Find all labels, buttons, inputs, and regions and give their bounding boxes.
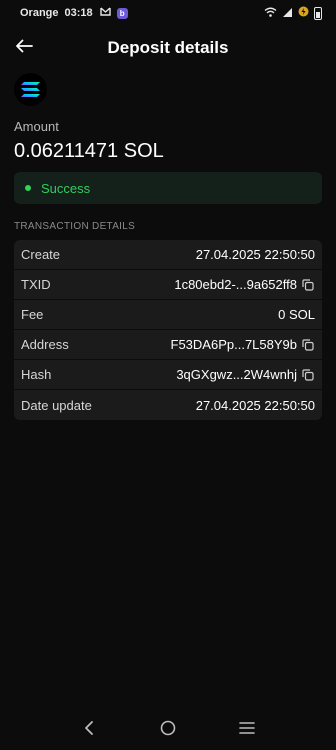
back-button[interactable]: [12, 36, 36, 60]
detail-label: Date update: [21, 397, 92, 413]
carrier-name: Orange: [20, 7, 59, 19]
amount-value: 0.06211471 SOL: [14, 140, 164, 162]
detail-value: 3qGXgwz...2W4wnhj: [176, 367, 297, 382]
amount-label: Amount: [14, 119, 59, 134]
detail-row-hash: Hash 3qGXgwz...2W4wnhj: [14, 360, 322, 390]
nav-home-button[interactable]: [153, 715, 183, 745]
battery-icon: [314, 6, 322, 20]
circle-home-icon: [160, 720, 176, 741]
detail-value: F53DA6Pp...7L58Y9b: [170, 337, 297, 352]
detail-value: 0 SOL: [278, 307, 315, 322]
detail-label: Fee: [21, 307, 44, 322]
detail-value: 27.04.2025 22:50:50: [195, 397, 315, 413]
section-title: TRANSACTION DETAILS: [14, 221, 136, 232]
copy-icon[interactable]: [301, 338, 315, 352]
status-text: Success: [41, 180, 91, 196]
page-header: Deposit details: [0, 33, 336, 63]
detail-label: Hash: [21, 367, 52, 382]
detail-row-fee: Fee 0 SOL: [14, 300, 322, 330]
detail-row-address: Address F53DA6Pp...7L58Y9b: [14, 330, 322, 360]
solana-logo-icon: [14, 73, 47, 106]
battery-saver-icon: [298, 6, 309, 20]
detail-row-txid: TXID 1c80ebd2-...9a652ff8: [14, 270, 322, 300]
menu-lines-icon: [238, 721, 255, 740]
status-dot-icon: [25, 185, 31, 191]
signal-icon: [282, 7, 293, 20]
arrow-left-icon: [15, 39, 33, 58]
page-title: Deposit details: [107, 38, 229, 57]
status-bar: Orange 03:18 b: [0, 0, 336, 26]
transaction-details-list: Create 27.04.2025 22:50:50 TXID 1c80ebd2…: [14, 240, 322, 420]
detail-label: Address: [21, 337, 69, 352]
detail-label: Create: [21, 247, 61, 262]
nav-recents-button[interactable]: [232, 715, 262, 745]
status-indicators: [264, 6, 322, 20]
chevron-left-icon: [84, 720, 94, 741]
nav-back-button[interactable]: [74, 715, 104, 745]
detail-row-create: Create 27.04.2025 22:50:50: [14, 240, 322, 270]
system-nav-bar: [0, 710, 336, 750]
detail-label: TXID: [21, 277, 51, 292]
detail-value: 27.04.2025 22:50:50: [195, 247, 315, 262]
status-time: 03:18: [64, 7, 93, 19]
detail-row-date-update: Date update 27.04.2025 22:50:50: [14, 390, 322, 420]
copy-icon[interactable]: [301, 368, 315, 382]
mail-icon: [99, 7, 111, 19]
copy-icon[interactable]: [301, 278, 315, 292]
wifi-icon: [264, 7, 277, 20]
detail-value: 1c80ebd2-...9a652ff8: [174, 277, 297, 292]
status-badge: Success: [14, 172, 322, 204]
app-notification-icon: b: [116, 7, 128, 19]
